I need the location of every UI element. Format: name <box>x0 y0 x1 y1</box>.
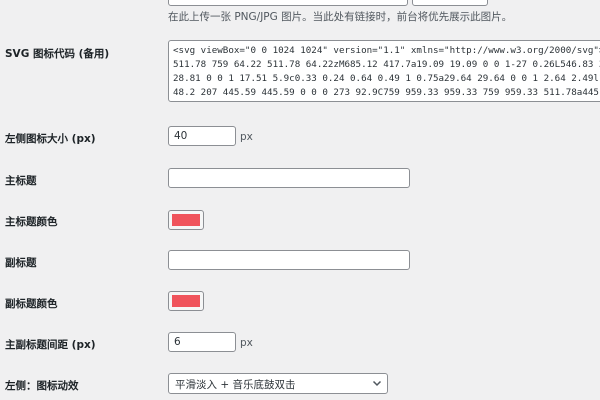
main-title-color-picker[interactable] <box>168 210 204 230</box>
title-spacing-unit: px <box>240 337 253 349</box>
subtitle-color-label: 副标题颜色 <box>5 298 58 310</box>
main-title-input[interactable] <box>168 168 410 188</box>
subtitle-label: 副标题 <box>5 257 37 269</box>
main-title-color-label: 主标题颜色 <box>5 216 58 228</box>
main-title-label: 主标题 <box>5 175 37 187</box>
subtitle-color-picker[interactable] <box>168 291 204 311</box>
svg-code-textarea[interactable]: <svg viewBox="0 0 1024 1024" version="1.… <box>168 40 600 102</box>
icon-size-unit: px <box>240 131 253 143</box>
upload-help-text: 在此上传一张 PNG/JPG 图片。当此处有链接时，前台将优先展示此图片。 <box>168 11 513 23</box>
title-spacing-label: 主副标题间距 (px) <box>5 339 96 351</box>
icon-animation-label: 左侧：图标动效 <box>5 380 79 392</box>
svg-code-line: 48.2 207 445.59 445.59 0 0 0 273 92.9C75… <box>173 87 600 98</box>
icon-animation-select[interactable]: 平滑淡入 + 音乐底鼓双击 <box>168 373 388 394</box>
chevron-down-icon <box>372 380 382 387</box>
image-url-input[interactable] <box>168 0 408 6</box>
subtitle-color-swatch <box>172 295 200 307</box>
title-spacing-input[interactable]: 6 <box>168 332 236 352</box>
upload-image-button[interactable] <box>412 0 488 6</box>
main-title-color-swatch <box>172 214 200 226</box>
svg-code-line: 28.81 0 0 1 17.51 5.9c0.33 0.24 0.64 0.4… <box>173 73 600 84</box>
icon-size-input[interactable]: 40 <box>168 126 236 146</box>
svg-code-line: <svg viewBox="0 0 1024 1024" version="1.… <box>173 45 600 56</box>
icon-animation-value: 平滑淡入 + 音乐底鼓双击 <box>175 379 296 391</box>
svg-code-line: 511.78 759 64.22 511.78 64.22zM685.12 41… <box>173 59 600 70</box>
subtitle-input[interactable] <box>168 250 410 270</box>
icon-size-label: 左侧图标大小 (px) <box>5 133 96 145</box>
svg-code-label: SVG 图标代码 (备用) <box>5 48 110 60</box>
